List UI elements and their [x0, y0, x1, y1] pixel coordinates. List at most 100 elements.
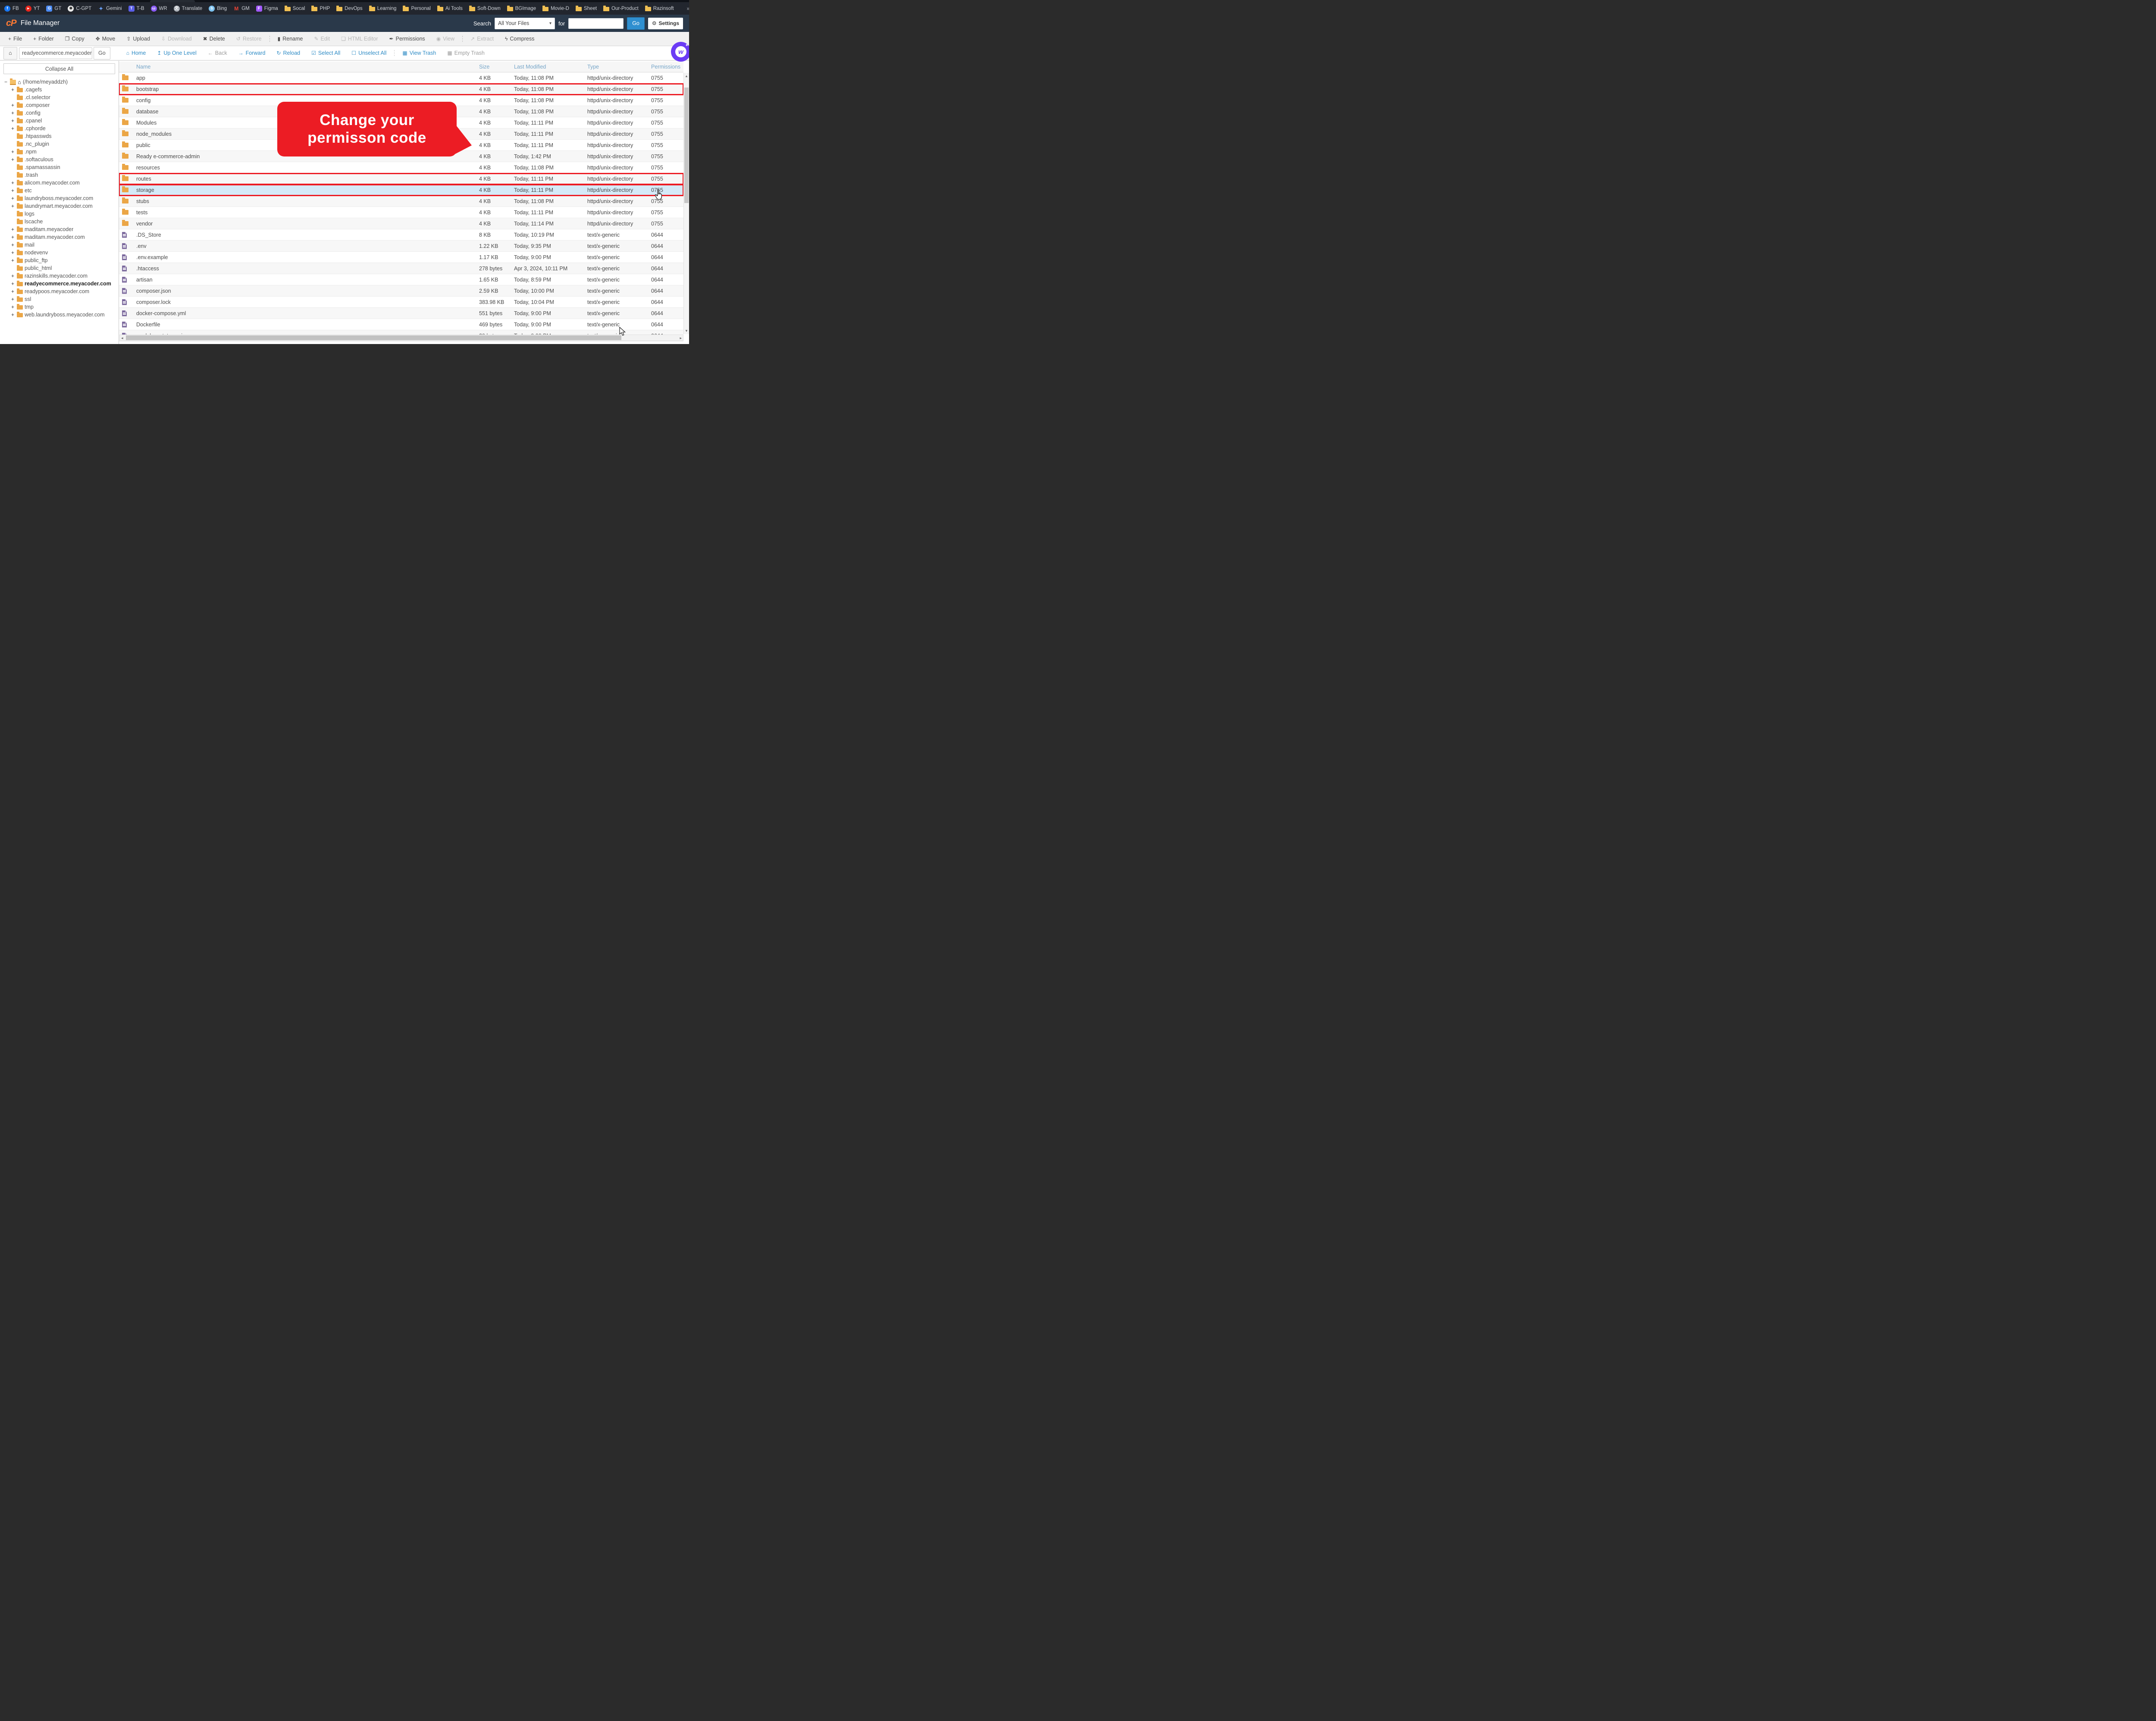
tree-item[interactable]: ⌂ .nc_plugin: [0, 140, 119, 148]
file-name[interactable]: bootstrap: [136, 86, 479, 92]
tree-toggle[interactable]: +: [10, 288, 15, 294]
file-name[interactable]: .env: [136, 243, 479, 249]
bookmark-item[interactable]: b Bing: [209, 5, 227, 12]
tree-item[interactable]: ⌂ .htpasswds: [0, 132, 119, 140]
table-row[interactable]: tests 4 KB Today, 11:11 PM httpd/unix-di…: [119, 207, 683, 218]
toolbar-button[interactable]: ✒ Permissions: [384, 36, 431, 42]
bookmark-item[interactable]: F Figma: [256, 5, 278, 12]
bookmark-item[interactable]: ✱ C-GPT: [68, 5, 91, 12]
horizontal-scrollbar[interactable]: ◂ ▸: [119, 335, 683, 341]
bookmark-item[interactable]: Sheet: [575, 5, 597, 11]
table-row[interactable]: app 4 KB Today, 11:08 PM httpd/unix-dire…: [119, 72, 683, 84]
toolbar-button[interactable]: ↺ Restore: [231, 36, 267, 42]
bookmark-item[interactable]: PHP: [311, 5, 330, 11]
tree-item[interactable]: + ⌂ razinskills.meyacoder.com: [0, 272, 119, 280]
search-go-button[interactable]: Go: [627, 17, 645, 30]
tree-item[interactable]: ⌂ logs: [0, 210, 119, 218]
nav-action[interactable]: ☑ Select All: [306, 50, 346, 56]
file-name[interactable]: routes: [136, 176, 479, 182]
bookmark-item[interactable]: 文 Translate: [173, 5, 202, 12]
file-name[interactable]: stubs: [136, 198, 479, 204]
tree-item[interactable]: ⌂ .cl.selector: [0, 94, 119, 101]
bookmark-item[interactable]: Ai Tools: [437, 5, 463, 11]
tree-item[interactable]: + ⌂ readyecommerce.meyacoder.com: [0, 280, 119, 288]
tree-toggle[interactable]: +: [10, 234, 15, 240]
tree-item[interactable]: + ⌂ laundryboss.meyacoder.com: [0, 194, 119, 202]
table-row[interactable]: .env.example 1.17 KB Today, 9:00 PM text…: [119, 252, 683, 263]
table-row[interactable]: stubs 4 KB Today, 11:08 PM httpd/unix-di…: [119, 196, 683, 207]
scroll-right-icon[interactable]: ▸: [680, 336, 682, 341]
nav-action[interactable]: ▦ View Trash: [394, 50, 442, 56]
tree-item[interactable]: + ⌂ maditam.meyacoder: [0, 225, 119, 233]
overflow-chevron-icon[interactable]: »: [687, 5, 689, 12]
table-row[interactable]: Dockerfile 469 bytes Today, 9:00 PM text…: [119, 319, 683, 330]
scroll-up-icon[interactable]: ▲: [684, 74, 689, 78]
bookmark-item[interactable]: ▸ YT: [25, 5, 40, 12]
vertical-scroll-thumb[interactable]: [684, 88, 689, 203]
column-header-type[interactable]: Type: [587, 64, 651, 70]
file-name[interactable]: .env.example: [136, 254, 479, 260]
search-input[interactable]: [568, 18, 624, 29]
bookmark-item[interactable]: ω WR: [150, 5, 167, 12]
tree-toggle[interactable]: −: [3, 79, 8, 85]
table-row[interactable]: composer.json 2.59 KB Today, 10:00 PM te…: [119, 285, 683, 297]
tree-toggle[interactable]: +: [10, 156, 15, 163]
tree-item[interactable]: ⌂ .trash: [0, 171, 119, 179]
path-home-button[interactable]: ⌂: [3, 47, 17, 59]
tree-toggle[interactable]: +: [10, 226, 15, 232]
tree-toggle[interactable]: +: [10, 304, 15, 310]
toolbar-button[interactable]: ⇩ Download: [156, 36, 197, 42]
tree-toggle[interactable]: +: [10, 203, 15, 209]
tree-item[interactable]: + ⌂ .cagefs: [0, 86, 119, 94]
column-header-modified[interactable]: Last Modified: [514, 64, 587, 70]
toolbar-button[interactable]: ⇧ Upload: [121, 36, 156, 42]
tree-item[interactable]: + ⌂ nodevenv: [0, 249, 119, 257]
tree-toggle[interactable]: +: [10, 312, 15, 318]
column-header-name[interactable]: Name: [136, 64, 479, 70]
nav-action[interactable]: ▦ Empty Trash: [442, 50, 490, 56]
toolbar-button[interactable]: ✥ Move: [90, 36, 121, 42]
tree-item[interactable]: + ⌂ ssl: [0, 295, 119, 303]
file-name[interactable]: Dockerfile: [136, 322, 479, 328]
tree-toggle[interactable]: +: [10, 242, 15, 248]
table-row[interactable]: vendor 4 KB Today, 11:14 PM httpd/unix-d…: [119, 218, 683, 229]
file-name[interactable]: storage: [136, 187, 479, 193]
tree-item[interactable]: ⌂ public_html: [0, 264, 119, 272]
file-name[interactable]: composer.json: [136, 288, 479, 294]
bookmark-item[interactable]: Razinsoft: [645, 5, 674, 11]
tree-item[interactable]: + ⌂ etc: [0, 187, 119, 194]
toolbar-button[interactable]: ✎ Edit: [308, 36, 335, 42]
nav-action[interactable]: ↥ Up One Level: [151, 50, 202, 56]
horizontal-scroll-thumb[interactable]: [126, 335, 622, 340]
settings-button[interactable]: ⚙ Settings: [648, 17, 683, 29]
scroll-down-icon[interactable]: ▼: [684, 329, 689, 333]
collapse-all-button[interactable]: Collapse All: [3, 63, 115, 74]
table-row[interactable]: routes 4 KB Today, 11:11 PM httpd/unix-d…: [119, 173, 684, 185]
tree-toggle[interactable]: +: [10, 250, 15, 256]
tree-item[interactable]: + ⌂ maditam.meyacoder.com: [0, 233, 119, 241]
tree-toggle[interactable]: +: [10, 118, 15, 124]
tree-toggle[interactable]: +: [10, 257, 15, 263]
extension-widget-button[interactable]: ✦ w: [671, 42, 689, 62]
column-header-permissions[interactable]: Permissions: [651, 64, 683, 70]
toolbar-button[interactable]: ◉ View: [431, 36, 460, 42]
tree-item[interactable]: − ⌂ (/home/meyaddzh): [0, 78, 119, 86]
table-row[interactable]: .htaccess 278 bytes Apr 3, 2024, 10:11 P…: [119, 263, 683, 274]
bookmark-item[interactable]: M GM: [233, 6, 250, 12]
file-name[interactable]: artisan: [136, 277, 479, 283]
bookmark-item[interactable]: ✦ Gemini: [98, 6, 122, 12]
tree-item[interactable]: + ⌂ .softaculous: [0, 156, 119, 163]
tree-toggle[interactable]: +: [10, 125, 15, 131]
nav-action[interactable]: ← Back: [202, 50, 233, 56]
file-name[interactable]: .DS_Store: [136, 232, 479, 238]
bookmark-item[interactable]: Personal: [403, 5, 431, 11]
tree-item[interactable]: + ⌂ .config: [0, 109, 119, 117]
tree-item[interactable]: + ⌂ tmp: [0, 303, 119, 311]
vertical-scrollbar[interactable]: ▲ ▼: [683, 73, 689, 334]
toolbar-button[interactable]: ▮ Rename: [269, 36, 309, 42]
tree-item[interactable]: ⌂ .spamassassin: [0, 163, 119, 171]
bookmark-item[interactable]: Movie-D: [542, 5, 569, 11]
toolbar-button[interactable]: ↗ Extract: [462, 36, 499, 42]
tree-item[interactable]: + ⌂ .npm: [0, 148, 119, 156]
file-name[interactable]: .htaccess: [136, 266, 479, 272]
